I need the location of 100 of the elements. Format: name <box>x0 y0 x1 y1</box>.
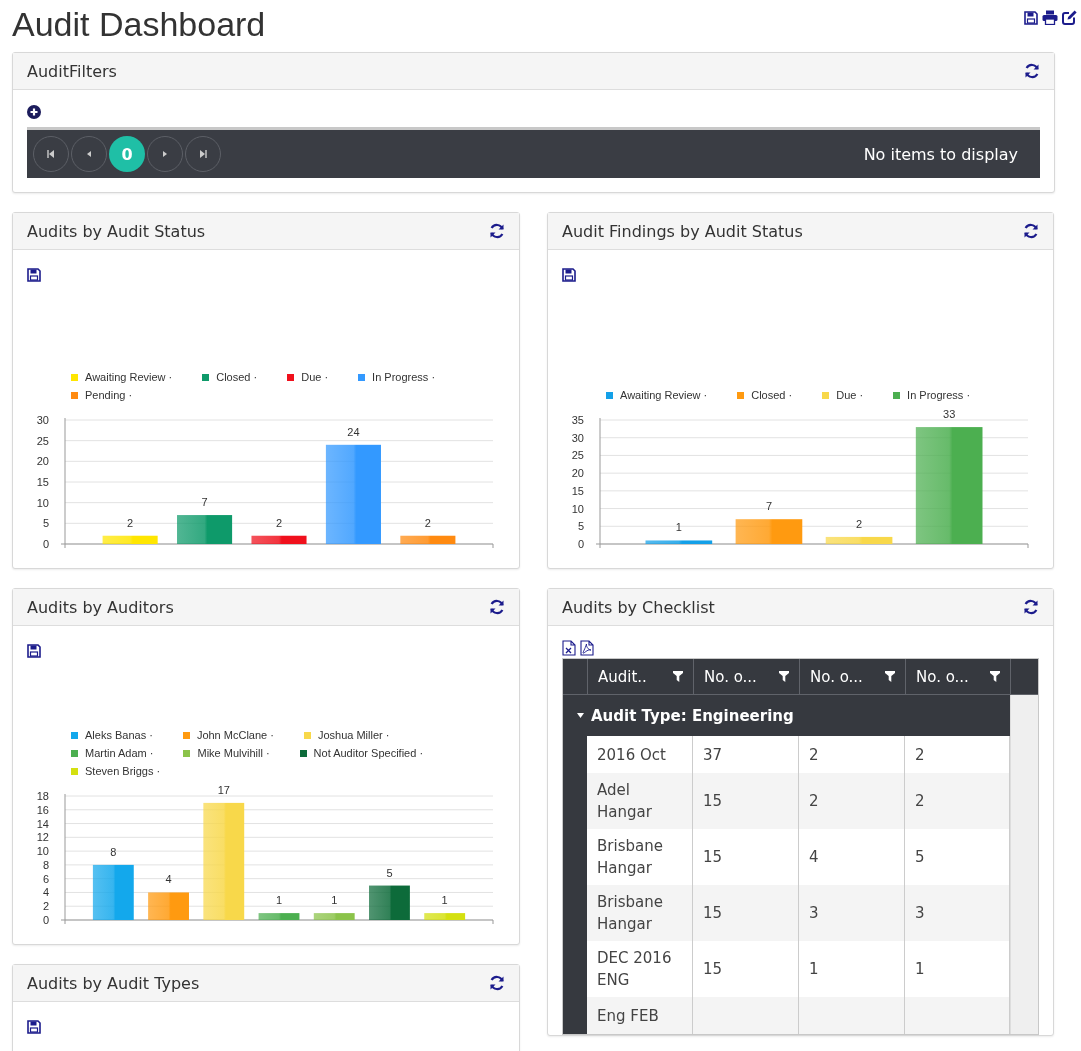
axis-tick-label: 12 <box>36 831 49 844</box>
axis-tick-label: 0 <box>42 538 49 550</box>
refresh-icon[interactable] <box>1023 223 1039 239</box>
axis-tick-label: 6 <box>42 872 49 885</box>
legend-label: In Progress · <box>907 389 971 401</box>
add-icon[interactable] <box>27 105 41 119</box>
table-cell-text: 15 <box>703 903 723 924</box>
legend-label: Awaiting Review · <box>85 371 173 383</box>
panel-title: Audit Findings by Audit Status <box>562 221 803 241</box>
pager-status: No items to display <box>863 144 1018 164</box>
axis-tick-label: 15 <box>571 484 584 497</box>
table-cell-text: 5 <box>915 847 925 868</box>
legend-label: Joshua Miller · <box>317 729 390 741</box>
column-header[interactable]: No. o... <box>799 659 905 694</box>
edit-icon[interactable] <box>1062 10 1077 25</box>
legend-label: Closed · <box>216 371 258 383</box>
table-cell-text: 2 <box>809 791 819 812</box>
bar <box>102 535 158 544</box>
axis-tick-label: 0 <box>42 914 49 926</box>
table-cell-text: 1 <box>809 959 819 980</box>
table-cell-text: Brisbane Hangar <box>597 892 664 935</box>
axis-tick-label: 15 <box>36 476 49 488</box>
filter-icon[interactable] <box>673 671 683 682</box>
table-cell-text: 1 <box>915 959 925 980</box>
bar-value-label: 2 <box>424 516 431 529</box>
bar-value-label: 33 <box>943 408 956 421</box>
bar-value-label: 7 <box>201 496 208 509</box>
table-cell-text: 2 <box>915 744 925 766</box>
save-icon[interactable] <box>27 268 41 282</box>
refresh-icon[interactable] <box>489 599 505 615</box>
legend-label: In Progress · <box>372 371 436 383</box>
collapse-icon[interactable] <box>577 713 584 718</box>
refresh-icon[interactable] <box>1024 63 1040 79</box>
bar-value-label: 24 <box>347 425 360 438</box>
refresh-icon[interactable] <box>489 223 505 239</box>
refresh-icon[interactable] <box>1023 599 1039 615</box>
axis-tick-label: 2 <box>42 900 49 913</box>
legend-label: Due · <box>836 389 864 401</box>
table-cell-text: 37 <box>703 744 723 766</box>
filter-icon[interactable] <box>990 671 1000 682</box>
axis-tick-label: 10 <box>36 845 49 858</box>
legend-label: Not Auditor Specified · <box>313 747 424 759</box>
bar <box>735 519 803 544</box>
bar <box>313 913 355 920</box>
next-page-icon <box>162 150 168 158</box>
panel-title: Audits by Auditors <box>27 597 174 617</box>
bar-value-label: 2 <box>127 516 134 529</box>
scrollbar-track[interactable] <box>1010 695 1038 1034</box>
bar <box>148 892 189 920</box>
axis-tick-label: 10 <box>571 502 584 515</box>
column-header[interactable]: No. o... <box>693 659 799 694</box>
axis-tick-label: 14 <box>36 817 49 830</box>
filter-icon[interactable] <box>885 671 895 682</box>
save-icon[interactable] <box>27 644 41 658</box>
bar-value-label: 7 <box>765 500 772 513</box>
axis-tick-label: 18 <box>36 790 49 802</box>
axis-tick-label: 5 <box>577 520 584 533</box>
bar <box>825 536 893 544</box>
axis-tick-label: 30 <box>571 431 584 444</box>
first-page-icon <box>47 150 55 158</box>
panel-title: Audits by Audit Status <box>27 221 206 241</box>
bar-value-label: 2 <box>275 516 283 529</box>
panel-title: Audits by Checklist <box>562 597 715 617</box>
filter-icon[interactable] <box>779 671 789 682</box>
axis-tick-label: 25 <box>571 449 584 462</box>
legend-label: Mike Mulvihill · <box>197 747 270 759</box>
save-icon[interactable] <box>1024 10 1038 25</box>
bar-value-label: 5 <box>386 866 393 879</box>
column-header[interactable]: Audit.. <box>587 659 693 694</box>
refresh-icon[interactable] <box>489 975 505 991</box>
table-cell-text: Eng FEB <box>597 1005 659 1027</box>
panel-title: AuditFilters <box>27 61 117 81</box>
table-cell-text: 3 <box>915 903 925 924</box>
bar <box>251 535 307 544</box>
legend-label: Closed · <box>751 389 793 401</box>
table-cell-text: 3 <box>809 903 819 924</box>
group-label: Audit Type: Engineering <box>591 706 794 725</box>
bar <box>645 540 713 544</box>
pdf-export-icon[interactable] <box>580 640 594 656</box>
legend-label: Martin Adam · <box>85 747 154 759</box>
table-cell-text: Brisbane Hangar <box>597 836 664 879</box>
axis-tick-label: 8 <box>42 858 49 871</box>
axis-tick-label: 16 <box>36 803 49 816</box>
bar-value-label: 4 <box>165 873 172 886</box>
legend-label: Awaiting Review · <box>620 389 708 401</box>
page-title: Audit Dashboard <box>12 4 266 45</box>
save-icon[interactable] <box>27 1020 41 1034</box>
bar <box>177 515 233 544</box>
legend-label: Due · <box>301 371 329 383</box>
group-row[interactable]: Audit Type: Engineering <box>563 695 1010 736</box>
column-header[interactable]: No. o... <box>905 659 1010 694</box>
save-icon[interactable] <box>562 268 576 282</box>
print-icon[interactable] <box>1042 10 1058 25</box>
table-cell-text: 2016 Oct <box>597 744 666 766</box>
axis-tick-label: 30 <box>36 414 49 426</box>
excel-export-icon[interactable] <box>562 640 576 656</box>
bar-value-label: 1 <box>331 894 338 907</box>
axis-tick-label: 4 <box>42 886 49 899</box>
axis-tick-label: 5 <box>42 517 49 530</box>
bar-value-label: 2 <box>856 517 863 530</box>
